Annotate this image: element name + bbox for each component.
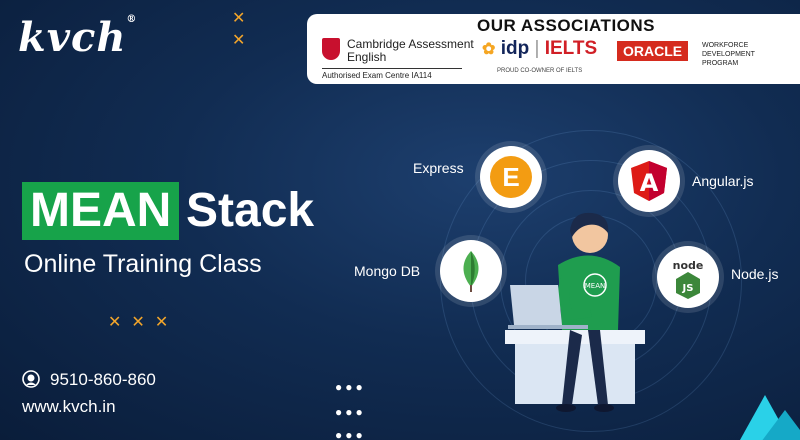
tech-label-mongodb: Mongo DB [354, 263, 421, 279]
associations-title: OUR ASSOCIATIONS [477, 16, 656, 35]
cross-decoration: ✕ [232, 8, 256, 27]
idp-subtitle: PROUD CO-OWNER OF IELTS [497, 68, 583, 74]
svg-text:A: A [640, 169, 659, 197]
kvch-logo[interactable]: kvch® [18, 14, 137, 61]
angular-icon: A [631, 161, 667, 201]
associations-panel: OUR ASSOCIATIONS Cambridge Assessment En… [307, 14, 800, 84]
ielts-text: IELTS [544, 38, 598, 59]
logo-text: kvch [18, 14, 127, 61]
cambridge-shield-icon [322, 38, 340, 60]
divider [322, 68, 462, 69]
idp-ielts-logo: ✿ idp | IELTS [482, 38, 598, 59]
dots-decoration: ●●● [335, 380, 366, 394]
tech-label-node: Node.js [731, 266, 779, 282]
mean-highlight-box: MEAN [22, 182, 180, 240]
triangle-decoration [755, 410, 800, 440]
oracle-subtitle: WORKFORCE DEVELOPMENT PROGRAM [702, 42, 755, 67]
cambridge-name: Cambridge Assessment English [347, 37, 474, 64]
idp-text: idp [500, 38, 530, 59]
title-rest: Stack [186, 184, 315, 237]
shirt-badge-text: MEAN [585, 282, 606, 290]
svg-text:JS: JS [682, 283, 694, 294]
tech-label-express: Express [413, 160, 464, 176]
cambridge-subtitle: Authorised Exam Centre IA114 [322, 71, 432, 80]
cross-decoration: ✕✕✕ [108, 312, 179, 331]
dots-decoration: ●●● [335, 428, 366, 440]
node-icon: node JS [673, 259, 704, 299]
node-circle: node JS [657, 246, 719, 308]
phone-number[interactable]: 9510-860-860 [50, 370, 156, 390]
express-circle: E [480, 146, 542, 208]
title-highlight: MEAN [30, 184, 172, 237]
mongodb-leaf-icon [463, 251, 479, 292]
registered-mark: ® [126, 14, 138, 25]
cross-decoration: ✕ [232, 30, 256, 49]
website-link[interactable]: www.kvch.in [22, 397, 116, 417]
course-subtitle: Online Training Class [24, 250, 262, 278]
support-agent-icon [22, 370, 40, 388]
dots-decoration: ●●● [335, 405, 366, 419]
svg-text:node: node [673, 259, 704, 272]
idp-flower-icon: ✿ [482, 41, 496, 58]
developer-illustration: MEAN [505, 212, 645, 412]
angular-circle: A [618, 150, 680, 212]
mongodb-circle [440, 240, 502, 302]
oracle-logo: ORACLE [617, 41, 689, 61]
express-icon: E [490, 156, 532, 198]
tech-label-angular: Angular.js [692, 173, 754, 189]
promo-banner: kvch® ✕ ✕ ✕✕✕ OUR ASSOCIATIONS Cambridge… [0, 0, 800, 440]
